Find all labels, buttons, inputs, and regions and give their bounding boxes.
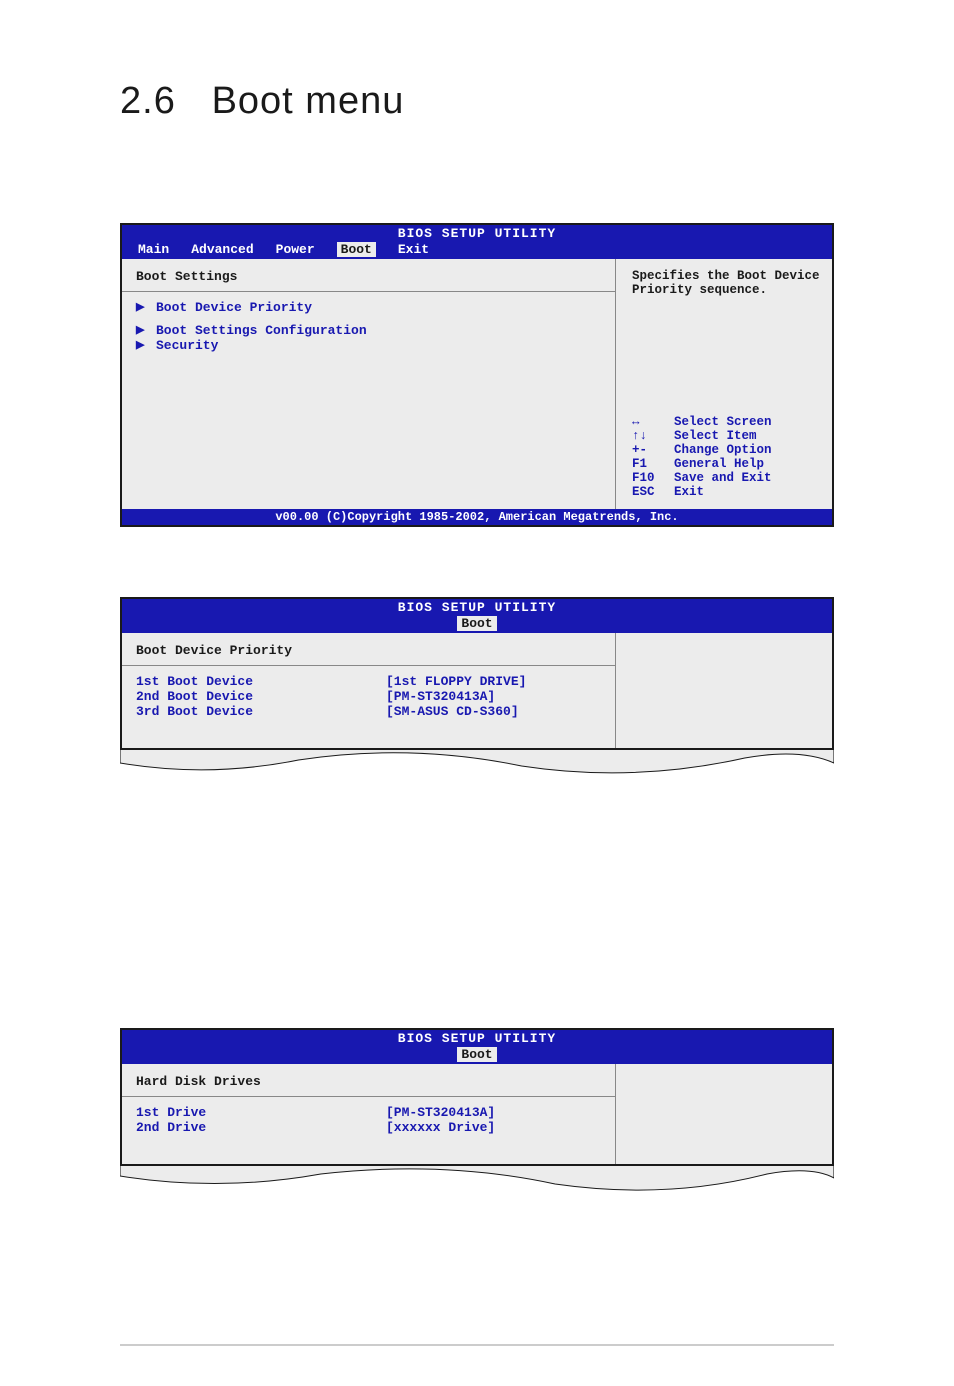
submenu-security[interactable]: ▶ Security (136, 338, 609, 353)
torn-edge (120, 1164, 834, 1194)
bios-title: BIOS SETUP UTILITY (122, 225, 832, 242)
submenu-boot-settings-config[interactable]: ▶ Boot Settings Configuration (136, 323, 609, 338)
nav-key: F10 (632, 471, 674, 485)
bios-help-pane: Specifies the Boot Device Priority seque… (616, 259, 832, 509)
tab-power[interactable]: Power (276, 242, 315, 257)
row-value[interactable]: [SM-ASUS CD-S360] (386, 704, 609, 719)
tab-advanced[interactable]: Advanced (191, 242, 253, 257)
submenu-label: Boot Device Priority (156, 300, 312, 315)
pane-heading: Boot Settings (136, 269, 609, 286)
row-label[interactable]: 2nd Drive (136, 1120, 386, 1135)
bios-menu-bar: Boot (122, 1047, 832, 1064)
nav-key: ESC (632, 485, 674, 499)
tab-exit[interactable]: Exit (398, 242, 429, 257)
nav-key: ↑↓ (632, 429, 674, 443)
section-heading: 2.6 Boot menu (120, 80, 834, 123)
row-label[interactable]: 3rd Boot Device (136, 704, 386, 719)
divider (122, 291, 615, 292)
nav-label: Change Option (674, 443, 772, 457)
bios-left-pane: Boot Settings ▶ Boot Device Priority ▶ B… (122, 259, 616, 509)
tab-main[interactable]: Main (138, 242, 169, 257)
pane-heading: Boot Device Priority (136, 643, 609, 660)
section-number: 2.6 (120, 80, 200, 123)
bios-footer: v00.00 (C)Copyright 1985-2002, American … (122, 509, 832, 525)
bios-title: BIOS SETUP UTILITY (122, 599, 832, 616)
submenu-arrow-icon: ▶ (136, 323, 156, 337)
nav-label: General Help (674, 457, 764, 471)
bios-screen-boot-priority: BIOS SETUP UTILITY Boot Boot Device Prio… (120, 597, 834, 750)
submenu-label: Security (156, 338, 218, 353)
bios-help-pane (616, 633, 832, 748)
row-value[interactable]: [1st FLOPPY DRIVE] (386, 674, 609, 689)
row-label[interactable]: 1st Boot Device (136, 674, 386, 689)
submenu-arrow-icon: ▶ (136, 300, 156, 314)
bios-left-pane: Hard Disk Drives 1st Drive[PM-ST320413A]… (122, 1064, 616, 1164)
bios-screen-hard-disk-drives: BIOS SETUP UTILITY Boot Hard Disk Drives… (120, 1028, 834, 1166)
help-text: Specifies the Boot Device Priority seque… (632, 269, 822, 297)
tab-boot[interactable]: Boot (337, 242, 376, 257)
nav-label: Select Item (674, 429, 757, 443)
divider (122, 1096, 615, 1097)
nav-label: Select Screen (674, 415, 772, 429)
bios-menu-bar: Main Advanced Power Boot Exit (122, 242, 832, 259)
nav-key: ↔ (632, 415, 674, 429)
submenu-boot-device-priority[interactable]: ▶ Boot Device Priority (136, 300, 609, 315)
torn-edge (120, 748, 834, 778)
bios-title: BIOS SETUP UTILITY (122, 1030, 832, 1047)
row-label[interactable]: 2nd Boot Device (136, 689, 386, 704)
row-value[interactable]: [PM-ST320413A] (386, 1105, 609, 1120)
bios-screen-boot-settings: BIOS SETUP UTILITY Main Advanced Power B… (120, 223, 834, 527)
bios-menu-bar: Boot (122, 616, 832, 633)
pane-heading: Hard Disk Drives (136, 1074, 609, 1091)
submenu-arrow-icon: ▶ (136, 338, 156, 352)
submenu-label: Boot Settings Configuration (156, 323, 367, 338)
row-value[interactable]: [xxxxxx Drive] (386, 1120, 609, 1135)
nav-label: Exit (674, 485, 704, 499)
nav-key: +- (632, 443, 674, 457)
row-value[interactable]: [PM-ST320413A] (386, 689, 609, 704)
row-label[interactable]: 1st Drive (136, 1105, 386, 1120)
tab-boot[interactable]: Boot (457, 1047, 496, 1062)
divider (122, 665, 615, 666)
nav-key: F1 (632, 457, 674, 471)
tab-boot[interactable]: Boot (457, 616, 496, 631)
bios-help-pane (616, 1064, 832, 1164)
page-footer-rule (120, 1344, 834, 1346)
nav-label: Save and Exit (674, 471, 772, 485)
bios-left-pane: Boot Device Priority 1st Boot Device[1st… (122, 633, 616, 748)
section-title-text: Boot menu (212, 80, 405, 122)
nav-help-block: ↔Select Screen ↑↓Select Item +-Change Op… (632, 415, 822, 499)
